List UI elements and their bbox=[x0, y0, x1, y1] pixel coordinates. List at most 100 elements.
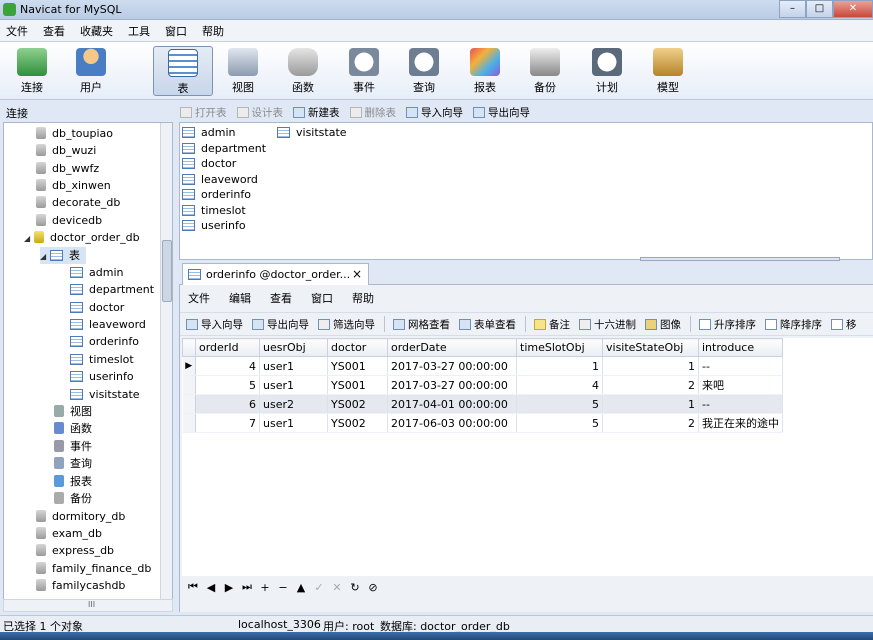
column-header[interactable]: orderDate bbox=[387, 338, 517, 357]
table-cell[interactable]: YS002 bbox=[327, 394, 388, 414]
open-table-button[interactable]: 打开表 bbox=[180, 105, 227, 120]
expand-arrow-icon[interactable]: ◢ bbox=[24, 230, 34, 247]
tab-orderinfo[interactable]: orderinfo @doctor_order... × bbox=[182, 263, 369, 285]
tree-events-node[interactable]: 事件 bbox=[54, 438, 92, 455]
tree-table-item[interactable]: doctor bbox=[70, 299, 124, 316]
export-wizard-button[interactable]: 导出向导 bbox=[473, 105, 530, 120]
object-list-item[interactable]: visitstate bbox=[277, 125, 347, 141]
inner-menu-file[interactable]: 文件 bbox=[180, 290, 221, 308]
column-header[interactable]: introduce bbox=[698, 338, 783, 357]
toolbar-function-button[interactable]: 函数 bbox=[275, 46, 331, 96]
column-header[interactable]: visiteStateObj bbox=[602, 338, 699, 357]
tree-functions-node[interactable]: 函数 bbox=[54, 420, 92, 437]
add-record-icon[interactable]: + bbox=[256, 581, 274, 594]
table-cell[interactable]: 1 bbox=[602, 394, 699, 414]
tree-table-item[interactable]: timeslot bbox=[70, 351, 134, 368]
inner-menu-help[interactable]: 帮助 bbox=[344, 290, 385, 308]
table-cell[interactable]: 5 bbox=[516, 413, 603, 433]
tree-db-item[interactable]: db_wuzi bbox=[36, 142, 96, 159]
menu-view[interactable]: 查看 bbox=[37, 23, 74, 39]
form-view-button[interactable]: 表单查看 bbox=[459, 317, 516, 332]
inner-menu-view[interactable]: 查看 bbox=[262, 290, 303, 308]
sort-descending-button[interactable]: 降序排序 bbox=[765, 317, 822, 332]
table-row[interactable]: 5 user1 YS001 2017-03-27 00:00:00 4 2 来吧 bbox=[182, 375, 783, 395]
table-row[interactable]: 6 user2 YS002 2017-04-01 00:00:00 5 1 -- bbox=[182, 394, 783, 414]
tree-db-item[interactable]: db_xinwen bbox=[36, 177, 111, 194]
column-header[interactable]: doctor bbox=[327, 338, 388, 357]
tree-tables-node[interactable]: ◢ 表 bbox=[40, 247, 86, 264]
table-cell[interactable]: 2017-03-27 00:00:00 bbox=[387, 356, 517, 376]
close-tab-icon[interactable]: × bbox=[352, 267, 362, 281]
stop-icon[interactable]: ⊘ bbox=[364, 581, 382, 594]
tree-db-item[interactable]: dormitory_db bbox=[36, 508, 125, 525]
minimize-button[interactable]: – bbox=[779, 0, 806, 18]
delete-record-icon[interactable]: − bbox=[274, 581, 292, 594]
grid-view-button[interactable]: 网格查看 bbox=[393, 317, 450, 332]
hex-button[interactable]: 十六进制 bbox=[579, 317, 636, 332]
table-cell[interactable]: 1 bbox=[516, 356, 603, 376]
toolbar-model-button[interactable]: 模型 bbox=[640, 46, 696, 96]
table-cell[interactable]: 1 bbox=[602, 356, 699, 376]
tree-table-item[interactable]: department bbox=[70, 281, 154, 298]
toolbar-backup-button[interactable]: 备份 bbox=[517, 46, 573, 96]
object-list-item[interactable]: timeslot bbox=[182, 203, 246, 219]
tree-db-item[interactable]: express_db bbox=[36, 542, 114, 559]
image-button[interactable]: 图像 bbox=[645, 317, 681, 332]
refresh-icon[interactable]: ↻ bbox=[346, 581, 364, 594]
import-wizard-button[interactable]: 导入向导 bbox=[186, 317, 243, 332]
edit-record-icon[interactable]: ▲ bbox=[292, 581, 310, 594]
object-list-item[interactable]: orderinfo bbox=[182, 187, 251, 203]
memo-button[interactable]: 备注 bbox=[534, 317, 570, 332]
table-row[interactable]: ▶ 4 user1 YS001 2017-03-27 00:00:00 1 1 … bbox=[182, 356, 783, 376]
filter-wizard-button[interactable]: 筛选向导 bbox=[318, 317, 375, 332]
first-record-icon[interactable]: ⏮ bbox=[184, 580, 202, 594]
toolbar-report-button[interactable]: 报表 bbox=[457, 46, 513, 96]
table-cell[interactable]: 我正在来的途中 bbox=[698, 413, 783, 433]
table-cell[interactable]: -- bbox=[698, 356, 783, 376]
remove-sort-button[interactable]: 移 bbox=[831, 317, 857, 332]
cancel-changes-icon[interactable]: ✕ bbox=[328, 581, 346, 594]
table-cell[interactable]: 5 bbox=[195, 375, 260, 395]
table-cell[interactable]: 2017-04-01 00:00:00 bbox=[387, 394, 517, 414]
tree-queries-node[interactable]: 查询 bbox=[54, 455, 92, 472]
toolbar-view-button[interactable]: 视图 bbox=[215, 46, 271, 96]
tree-db-item[interactable]: family_finance_db bbox=[36, 560, 151, 577]
toolbar-schedule-button[interactable]: 计划 bbox=[579, 46, 635, 96]
table-cell[interactable]: 4 bbox=[195, 356, 260, 376]
table-cell[interactable]: 2017-03-27 00:00:00 bbox=[387, 375, 517, 395]
table-cell[interactable]: 6 bbox=[195, 394, 260, 414]
table-cell[interactable]: user1 bbox=[259, 375, 328, 395]
tree-vertical-scrollbar[interactable] bbox=[160, 123, 172, 611]
maximize-button[interactable]: □ bbox=[806, 0, 833, 18]
tree-table-item[interactable]: userinfo bbox=[70, 368, 134, 385]
tree-table-item[interactable]: leaveword bbox=[70, 316, 146, 333]
design-table-button[interactable]: 设计表 bbox=[236, 105, 283, 120]
previous-record-icon[interactable]: ◀ bbox=[202, 581, 220, 594]
tree-backups-node[interactable]: 备份 bbox=[54, 490, 92, 507]
tree-db-item[interactable]: db_wwfz bbox=[36, 160, 99, 177]
scrollbar-thumb[interactable] bbox=[162, 240, 172, 302]
table-row[interactable]: 7 user1 YS002 2017-06-03 00:00:00 5 2 我正… bbox=[182, 413, 783, 433]
tree-reports-node[interactable]: 报表 bbox=[54, 473, 92, 490]
table-cell[interactable]: user1 bbox=[259, 413, 328, 433]
tree-db-item[interactable]: exam_db bbox=[36, 525, 102, 542]
tree-db-item[interactable]: db_toupiao bbox=[36, 125, 113, 142]
object-list-item[interactable]: userinfo bbox=[182, 218, 246, 234]
apply-changes-icon[interactable]: ✓ bbox=[310, 581, 328, 594]
object-list-item[interactable]: department bbox=[182, 141, 266, 157]
object-list-item[interactable]: doctor bbox=[182, 156, 236, 172]
expand-arrow-icon[interactable]: ◢ bbox=[40, 248, 50, 265]
table-cell[interactable]: 5 bbox=[516, 394, 603, 414]
new-table-button[interactable]: 新建表 bbox=[293, 105, 340, 120]
table-cell[interactable]: 2 bbox=[602, 375, 699, 395]
toolbar-connect-button[interactable]: 连接 bbox=[4, 46, 60, 96]
table-cell[interactable]: user1 bbox=[259, 356, 328, 376]
table-cell[interactable]: YS002 bbox=[327, 413, 388, 433]
scrollbar-grip[interactable]: III bbox=[88, 600, 95, 609]
tree-db-item[interactable]: decorate_db bbox=[36, 194, 120, 211]
inner-menu-edit[interactable]: 编辑 bbox=[221, 290, 262, 308]
menu-help[interactable]: 帮助 bbox=[196, 23, 233, 39]
toolbar-user-button[interactable]: 用户 bbox=[63, 46, 119, 96]
export-wizard-button[interactable]: 导出向导 bbox=[252, 317, 309, 332]
tree-table-item[interactable]: orderinfo bbox=[70, 333, 139, 350]
